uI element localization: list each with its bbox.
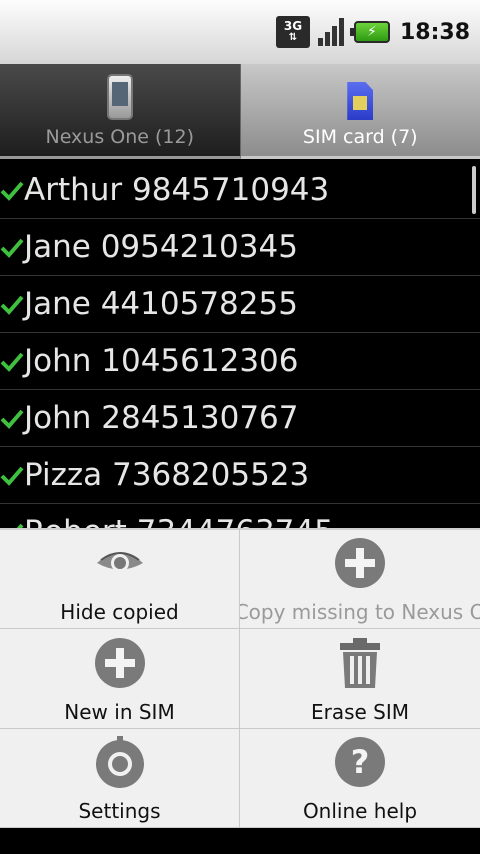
tab-nexus-one[interactable]: Nexus One (12) <box>0 64 241 159</box>
tab-label: Nexus One (12) <box>45 126 195 148</box>
contact-name: Jane 0954210345 <box>24 229 298 265</box>
menu-item-label: Online help <box>302 799 418 823</box>
list-item[interactable]: Jane 0954210345 <box>0 219 480 276</box>
status-bar: 3G ⇅ ⚡ 18:38 <box>0 0 480 64</box>
check-icon <box>0 447 24 504</box>
clock: 18:38 <box>399 19 470 45</box>
list-item[interactable]: Arthur 9845710943 <box>0 162 480 219</box>
battery-charging-icon: ⚡ <box>349 21 390 43</box>
signal-strength-icon <box>316 16 348 48</box>
hide-copied-button[interactable]: Hide copied <box>0 530 240 630</box>
check-icon <box>0 219 24 276</box>
online-help-button[interactable]: ? Online help <box>240 729 480 828</box>
contact-name: Arthur 9845710943 <box>24 172 330 208</box>
contact-name: Jane 4410578255 <box>24 286 298 322</box>
erase-sim-button[interactable]: Erase SIM <box>240 629 480 729</box>
add-icon <box>94 637 145 688</box>
sim-card-icon <box>347 82 374 120</box>
settings-button[interactable]: Settings <box>0 728 240 828</box>
contact-name: John 1045612306 <box>24 343 299 379</box>
eye-icon <box>96 552 143 573</box>
network-type: 3G <box>283 19 303 33</box>
menu-item-label: Copy missing to Nexus O <box>240 600 480 625</box>
tab-label: SIM card (7) <box>302 126 418 148</box>
trash-icon <box>340 637 380 688</box>
copy-missing-button[interactable]: Copy missing to Nexus O <box>240 530 480 630</box>
add-icon <box>335 538 385 589</box>
contact-name: John 2845130767 <box>24 400 299 436</box>
check-icon <box>0 276 24 333</box>
contact-list[interactable]: Arthur 9845710943 Jane 0954210345 Jane 4… <box>0 162 480 532</box>
scrollbar[interactable] <box>472 166 476 214</box>
menu-item-label: Hide copied <box>60 600 179 625</box>
menu-item-label: Settings <box>78 799 161 823</box>
phone-icon <box>106 74 133 120</box>
bottom-strip <box>0 828 480 854</box>
list-item[interactable]: John 1045612306 <box>0 333 480 390</box>
list-item[interactable]: John 2845130767 <box>0 390 480 447</box>
settings-icon <box>95 736 144 788</box>
options-menu: Hide copied Copy missing to Nexus O New … <box>0 528 480 828</box>
list-item[interactable]: Jane 4410578255 <box>0 276 480 333</box>
list-item[interactable]: Pizza 7368205523 <box>0 447 480 504</box>
contact-name: Pizza 7368205523 <box>24 457 310 493</box>
menu-item-label: Erase SIM <box>310 699 410 724</box>
new-in-sim-button[interactable]: New in SIM <box>0 629 240 729</box>
tab-sim-card[interactable]: SIM card (7) <box>240 64 480 159</box>
check-icon <box>0 390 24 447</box>
svg-text:?: ? <box>351 743 370 781</box>
network-3g-icon: 3G ⇅ <box>275 16 310 48</box>
tab-bar: Nexus One (12) SIM card (7) <box>0 64 480 159</box>
check-icon <box>0 162 24 219</box>
check-icon <box>0 333 24 390</box>
help-icon: ? <box>335 737 385 787</box>
menu-item-label: New in SIM <box>64 699 175 724</box>
